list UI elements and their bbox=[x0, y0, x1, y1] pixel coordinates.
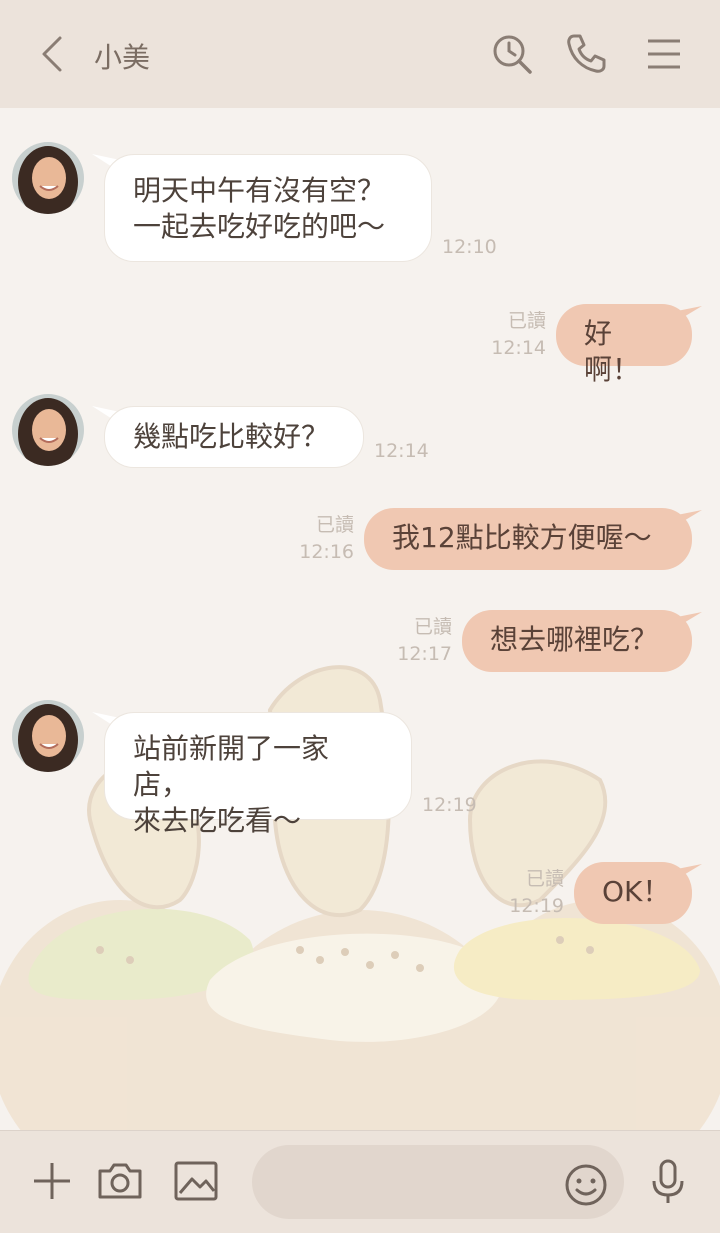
outgoing-message-bubble[interactable]: 我12點比較方便喔～ bbox=[364, 508, 692, 570]
message-composer bbox=[0, 1130, 720, 1233]
read-receipt: 已讀 bbox=[315, 514, 354, 536]
chat-title: 小美 bbox=[94, 41, 151, 74]
message-time: 12:16 bbox=[299, 541, 354, 563]
message-time: 12:19 bbox=[509, 895, 564, 917]
back-icon[interactable] bbox=[34, 34, 74, 74]
incoming-message-bubble[interactable]: 明天中午有沒有空？ 一起去吃好吃的吧～ bbox=[104, 154, 432, 262]
message-time: 12:14 bbox=[374, 440, 429, 462]
microphone-icon[interactable] bbox=[644, 1157, 692, 1205]
outgoing-message-bubble[interactable]: 想去哪裡吃？ bbox=[462, 610, 692, 672]
camera-icon[interactable] bbox=[96, 1157, 144, 1205]
chat-header: 小美 bbox=[0, 0, 720, 108]
read-receipt: 已讀 bbox=[507, 310, 546, 332]
image-icon[interactable] bbox=[172, 1157, 220, 1205]
message-time: 12:14 bbox=[491, 337, 546, 359]
emoji-icon[interactable] bbox=[562, 1161, 610, 1209]
read-receipt: 已讀 bbox=[525, 868, 564, 890]
incoming-message-bubble[interactable]: 幾點吃比較好？ bbox=[104, 406, 364, 468]
outgoing-message-bubble[interactable]: OK！ bbox=[574, 862, 692, 924]
message-time: 12:17 bbox=[397, 643, 452, 665]
message-time: 12:10 bbox=[442, 236, 497, 258]
incoming-message-bubble[interactable]: 站前新開了一家店， 來去吃吃看～ bbox=[104, 712, 412, 837]
outgoing-message-bubble[interactable]: 好啊！ bbox=[556, 304, 692, 386]
avatar[interactable] bbox=[12, 142, 84, 214]
read-receipt: 已讀 bbox=[413, 616, 452, 638]
history-search-icon[interactable] bbox=[488, 30, 536, 78]
plus-icon[interactable] bbox=[28, 1157, 76, 1205]
message-time: 12:19 bbox=[422, 794, 477, 816]
avatar[interactable] bbox=[12, 700, 84, 772]
phone-icon[interactable] bbox=[562, 30, 610, 78]
menu-icon[interactable] bbox=[640, 30, 688, 78]
avatar[interactable] bbox=[12, 394, 84, 466]
